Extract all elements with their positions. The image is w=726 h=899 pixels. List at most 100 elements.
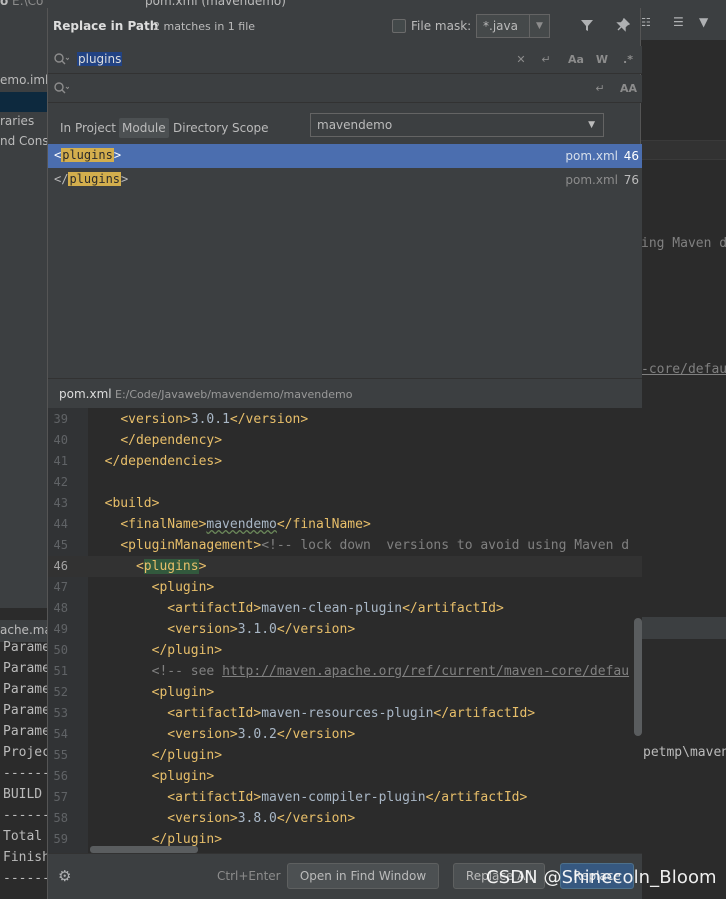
line-number: 42 <box>53 475 68 489</box>
tab-module[interactable]: Module <box>119 118 169 138</box>
file-mask-checkbox[interactable] <box>392 19 406 33</box>
background-console: petmp\maven <box>641 590 726 899</box>
gear-icon[interactable]: ⚙ <box>58 868 74 884</box>
file-mask-combo[interactable]: *.java ▼ <box>476 14 550 38</box>
code-line: 56 <plugin> <box>48 766 642 787</box>
regex-icon[interactable]: .* <box>620 52 636 68</box>
ide-project-path: E:\Co <box>12 0 44 8</box>
ide-editor-tab[interactable]: pom.xml (mavendemo) <box>145 0 286 8</box>
align-icon[interactable]: ☰ <box>673 15 684 29</box>
code-preview[interactable]: 39 <version>3.0.1</version> 40 </dependen… <box>48 408 642 853</box>
code-token: </version> <box>276 622 356 637</box>
code-text: <pluginManagement><!-- lock down version… <box>89 535 629 556</box>
line-number: 45 <box>53 538 68 552</box>
search-field[interactable]: plugins ✕ ↵ Aa W .* <box>48 46 642 74</box>
code-token: </version> <box>276 811 356 826</box>
result-text: <plugins> <box>54 148 122 162</box>
vertical-scrollbar[interactable] <box>634 618 642 736</box>
console-line: Projec <box>3 745 47 760</box>
tab-in-project[interactable]: In Project <box>57 118 119 138</box>
code-line: 39 <version>3.0.1</version> <box>48 409 642 430</box>
code-line: 42 <box>48 472 642 493</box>
code-token: </artifactId> <box>402 601 504 616</box>
horizontal-scrollbar[interactable] <box>90 846 198 853</box>
result-row[interactable]: <plugins> pom.xml 46 <box>48 144 642 168</box>
chevron-down-icon[interactable]: ▼ <box>588 120 595 130</box>
search-icon[interactable] <box>53 81 70 97</box>
code-text: <build> <box>89 493 160 514</box>
preview-header: pom.xml E:/Code/Javaweb/mavendemo/mavend… <box>48 378 642 408</box>
code-token: 3.0.1 <box>190 412 230 427</box>
code-token: <artifactId> <box>167 601 262 616</box>
result-row[interactable]: </plugins> pom.xml 76 <box>48 168 642 192</box>
new-line-icon[interactable]: ↵ <box>538 52 554 68</box>
console-line: Parame <box>3 703 47 718</box>
code-text: <artifactId>maven-clean-plugin</artifact… <box>89 598 504 619</box>
code-token: </version> <box>229 412 309 427</box>
open-in-find-window-button[interactable]: Open in Find Window <box>287 863 439 889</box>
code-line: 53 <artifactId>maven-resources-plugin</a… <box>48 703 642 724</box>
tab-directory[interactable]: Directory <box>170 118 231 138</box>
pin-icon[interactable] <box>615 17 631 34</box>
line-number: 53 <box>53 706 68 720</box>
code-token: </artifactId> <box>425 790 528 805</box>
console-line: ------ <box>3 766 47 781</box>
code-text: </dependencies> <box>89 451 222 472</box>
preview-file-name: pom.xml <box>59 387 112 401</box>
code-token: 3.8.0 <box>237 811 277 826</box>
replace-field[interactable]: ↵ AA <box>48 75 642 103</box>
console-line: Parame <box>3 724 47 739</box>
file-mask-label[interactable]: File mask: <box>411 19 471 33</box>
search-icon[interactable] <box>53 52 70 68</box>
shortcut-hint: Ctrl+Enter <box>217 869 281 883</box>
line-number: 40 <box>53 433 68 447</box>
whole-words-icon[interactable]: W <box>594 52 610 68</box>
code-text: <plugins> <box>89 556 206 577</box>
code-line: 52 <plugin> <box>48 682 642 703</box>
code-text: <version>3.1.0</version> <box>89 619 355 640</box>
chevron-down-icon[interactable]: ▼ <box>529 15 549 37</box>
code-line: 47 <plugin> <box>48 577 642 598</box>
line-number: 57 <box>53 790 68 804</box>
console-line: petmp\maven <box>643 745 726 760</box>
code-text: <plugin> <box>89 682 215 703</box>
console-line: Parame <box>3 682 47 697</box>
clear-icon[interactable]: ✕ <box>513 52 529 68</box>
background-code-line: ing Maven d <box>641 236 726 251</box>
results-list: <plugins> pom.xml 46 </plugins> pom.xml … <box>48 144 642 378</box>
result-line-number: 76 <box>623 173 639 187</box>
new-line-icon[interactable]: ↵ <box>592 81 608 97</box>
console-header <box>641 617 726 639</box>
code-text: <artifactId>maven-resources-plugin</arti… <box>89 703 535 724</box>
preserve-case-icon[interactable]: AA <box>620 81 637 97</box>
code-token: maven-clean-plugin <box>261 601 403 616</box>
match-case-icon[interactable]: Aa <box>568 52 584 68</box>
dialog-title: Replace in Path <box>53 19 159 33</box>
code-token: maven-compiler-plugin <box>261 790 426 805</box>
search-input-text[interactable]: plugins <box>77 52 123 66</box>
code-token: maven-resources-plugin <box>261 706 434 721</box>
code-text: </plugin> <box>89 745 222 766</box>
tab-scope[interactable]: Scope <box>229 118 272 138</box>
line-number: 48 <box>53 601 68 615</box>
module-select[interactable]: mavendemo ▼ <box>310 113 604 137</box>
code-text: <version>3.0.2</version> <box>89 724 355 745</box>
sort-icon[interactable]: ☷ <box>641 16 651 29</box>
code-token[interactable]: http://maven.apache.org/ref/current/mave… <box>222 664 629 679</box>
code-text: <finalName>mavendemo</finalName> <box>89 514 370 535</box>
code-token: </plugin> <box>151 832 223 847</box>
project-tree-item[interactable]: emo.iml <box>0 73 47 87</box>
line-number: 58 <box>53 811 68 825</box>
filter-icon[interactable]: ▼ <box>699 15 708 29</box>
code-token: <artifactId> <box>167 706 262 721</box>
project-tree-item[interactable]: raries <box>0 114 34 128</box>
run-tab-label[interactable]: ache.ma <box>0 623 47 637</box>
code-line: 55 </plugin> <box>48 745 642 766</box>
code-token: <version> <box>167 811 238 826</box>
preview-file-path: E:/Code/Javaweb/mavendemo/mavendemo <box>115 388 353 401</box>
code-line: 43 <build> <box>48 493 642 514</box>
filter-icon[interactable] <box>579 18 595 34</box>
code-token: > <box>198 559 207 574</box>
project-tree-item[interactable]: nd Conso <box>0 134 47 148</box>
dialog-title-bar[interactable]: Replace in Path 2 matches in 1 file File… <box>48 8 642 46</box>
